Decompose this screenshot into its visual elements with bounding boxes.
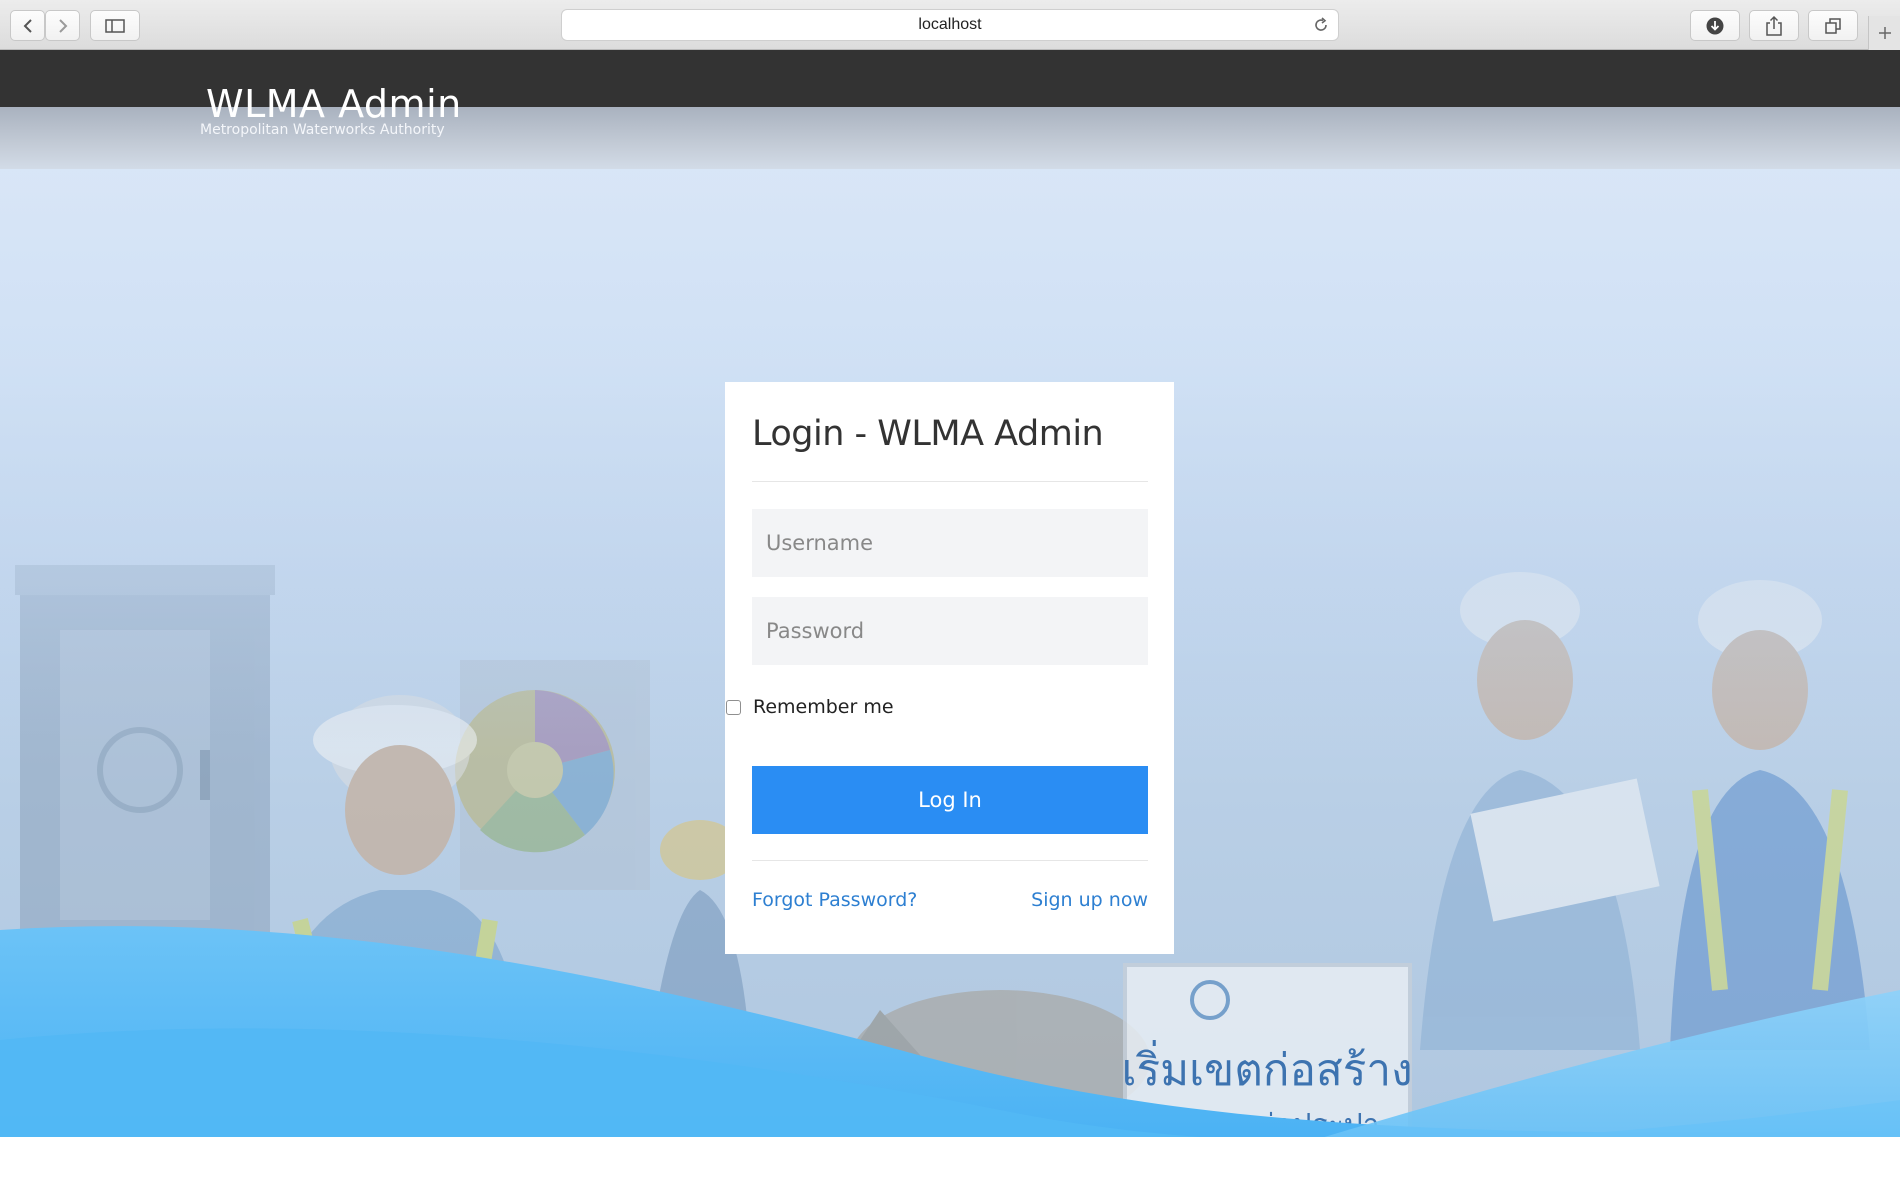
download-icon (1706, 17, 1724, 34)
brand-title[interactable]: WLMA Admin (206, 82, 462, 126)
sign-up-link[interactable]: Sign up now (1031, 889, 1148, 911)
new-tab-button[interactable] (1868, 16, 1900, 50)
reload-button[interactable] (1312, 16, 1330, 39)
remember-me[interactable]: Remember me (726, 696, 894, 718)
login-card: Login - WLMA Admin Remember me Log In Fo… (725, 382, 1174, 954)
forgot-password-link[interactable]: Forgot Password? (752, 889, 917, 911)
brand-subtitle: Metropolitan Waterworks Authority (200, 122, 445, 138)
tabs-overview-button[interactable] (1808, 10, 1858, 41)
address-bar[interactable]: localhost (561, 9, 1339, 41)
chevron-left-icon (23, 18, 32, 33)
tabs-icon (1825, 17, 1841, 34)
page: เริ่มเขตก่อสร้าง งานวางท่อประปา WLMA Adm… (0, 50, 1900, 1189)
remember-checkbox[interactable] (726, 699, 741, 715)
password-input[interactable] (752, 597, 1148, 665)
username-input[interactable] (752, 509, 1148, 577)
divider (752, 481, 1148, 482)
page-bottom-margin (0, 1137, 1900, 1189)
remember-label: Remember me (753, 696, 894, 718)
plus-icon (1878, 27, 1891, 39)
login-button[interactable]: Log In (752, 766, 1148, 834)
browser-toolbar: localhost (0, 0, 1900, 50)
chevron-right-icon (58, 18, 67, 33)
login-title: Login - WLMA Admin (752, 414, 1104, 454)
downloads-button[interactable] (1690, 10, 1740, 41)
url-text: localhost (918, 16, 982, 33)
share-icon (1766, 15, 1782, 36)
back-button[interactable] (10, 10, 45, 41)
reload-icon (1315, 17, 1327, 31)
forward-button[interactable] (45, 10, 80, 41)
divider (752, 860, 1148, 861)
share-button[interactable] (1749, 10, 1799, 41)
sign-text-line1: เริ่มเขตก่อสร้าง (1121, 1039, 1412, 1096)
sidebar-toggle-button[interactable] (90, 10, 140, 41)
sidebar-icon (105, 18, 125, 33)
